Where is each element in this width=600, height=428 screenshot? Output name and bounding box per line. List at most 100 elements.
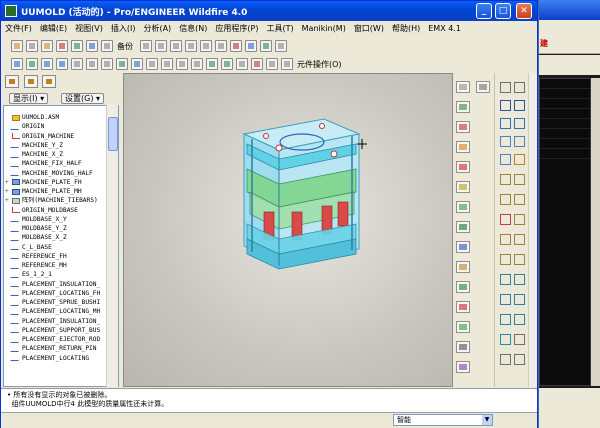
plate-icon[interactable] xyxy=(456,321,470,333)
tree-item[interactable]: REFERENCE_FH xyxy=(5,252,105,261)
model-tree-tab-icon[interactable] xyxy=(5,75,19,88)
tree-item[interactable]: + MACHINE_PLATE_FH xyxy=(5,178,105,187)
csys-icon[interactable] xyxy=(251,58,263,70)
tree-item[interactable]: MOLDBASE_X_Z xyxy=(5,233,105,242)
screw-icon[interactable] xyxy=(456,161,470,173)
regenerate-icon[interactable] xyxy=(230,40,242,52)
round-tool-icon[interactable] xyxy=(499,213,511,225)
cooling-icon[interactable] xyxy=(456,201,470,213)
tree-item[interactable]: MOLDBASE_Y_Z xyxy=(5,224,105,233)
tree-item[interactable]: C_L_BASE xyxy=(5,243,105,252)
datum-points-icon[interactable] xyxy=(236,58,248,70)
tree-item[interactable]: PLACEMENT_EJECTOR_ROD xyxy=(5,335,105,344)
menu-insert[interactable]: 插入(I) xyxy=(111,23,136,34)
close-button[interactable]: ✕ xyxy=(516,3,532,19)
zoom-out-icon[interactable] xyxy=(56,58,68,70)
offset-tool-icon[interactable] xyxy=(499,273,511,285)
tree-item[interactable]: ORIGIN_MACHINE xyxy=(5,132,105,141)
menu-manikin[interactable]: Manikin(M) xyxy=(302,24,346,33)
trim-tool-icon[interactable] xyxy=(513,253,525,265)
intersect-tool-icon[interactable] xyxy=(499,313,511,325)
menu-window[interactable]: 窗口(W) xyxy=(354,23,384,34)
menu-edit[interactable]: 编辑(E) xyxy=(40,23,67,34)
graphics-window[interactable] xyxy=(123,73,453,387)
tree-item[interactable]: PLACEMENT_RETURN_PIN xyxy=(5,344,105,353)
datum-plane-tool-icon[interactable] xyxy=(499,81,511,93)
project-tool-icon[interactable] xyxy=(513,313,525,325)
undo-icon[interactable] xyxy=(155,40,167,52)
menu-file[interactable]: 文件(F) xyxy=(5,23,32,34)
save-icon[interactable] xyxy=(86,40,98,52)
tree-item[interactable]: MACHINE_Y_Z xyxy=(5,141,105,150)
tree-item[interactable]: MACHINE_MOVING_HALF xyxy=(5,169,105,178)
select-icon[interactable] xyxy=(260,40,272,52)
tree-item[interactable]: UUMOLD.ASM xyxy=(5,113,105,122)
tree-item[interactable]: PLACEMENT_SPRUE_BUSHI xyxy=(5,298,105,307)
draft-tool-icon[interactable] xyxy=(513,193,525,205)
datum-axes-icon[interactable] xyxy=(221,58,233,70)
tree-item[interactable]: MACHINE_X_Z xyxy=(5,150,105,159)
bom-icon[interactable] xyxy=(456,341,470,353)
tree-item[interactable]: REFERENCE_MH xyxy=(5,261,105,270)
folder-browser-tab-icon[interactable] xyxy=(23,75,38,88)
insert-icon[interactable] xyxy=(456,121,470,133)
sprue-icon[interactable] xyxy=(456,261,470,273)
tree-item[interactable]: PLACEMENT_LOCATING_FH xyxy=(5,289,105,298)
spin-center-icon[interactable] xyxy=(26,58,38,70)
sketch-tool-icon[interactable] xyxy=(499,117,511,129)
tree-item[interactable]: + 阵列(MACHINE_TIEBARS) xyxy=(5,196,105,205)
tree-item[interactable]: PLACEMENT_INSULATION_ xyxy=(5,317,105,326)
annotation-icon[interactable] xyxy=(266,58,278,70)
tree-item[interactable]: PLACEMENT_LOCATING_MH xyxy=(5,307,105,316)
right-scrollbar[interactable] xyxy=(528,73,537,387)
mold-base-icon[interactable] xyxy=(456,101,470,113)
saved-views-icon[interactable] xyxy=(101,58,113,70)
menu-tools[interactable]: 工具(T) xyxy=(267,23,294,34)
menu-emx[interactable]: EMX 4.1 xyxy=(428,24,461,33)
close-window-icon[interactable] xyxy=(56,40,68,52)
zoom-in-icon[interactable] xyxy=(41,58,53,70)
support-icon[interactable] xyxy=(456,281,470,293)
chevron-down-icon[interactable]: ▼ xyxy=(482,415,492,425)
new-icon[interactable] xyxy=(11,40,23,52)
maximize-button[interactable]: □ xyxy=(495,3,511,19)
backup-label[interactable]: 备份 xyxy=(117,41,133,52)
tree-item[interactable]: PLACEMENT_LOCATING xyxy=(5,354,105,363)
menu-view[interactable]: 视图(V) xyxy=(75,23,103,34)
drawing-icon[interactable] xyxy=(456,361,470,373)
view-manager-icon[interactable] xyxy=(131,58,143,70)
spinal-tool-icon[interactable] xyxy=(499,353,511,365)
paste-icon[interactable] xyxy=(215,40,227,52)
tree-expander[interactable]: + xyxy=(5,187,12,196)
pattern-tool-icon[interactable] xyxy=(499,233,511,245)
chamfer-tool-icon[interactable] xyxy=(513,213,525,225)
no-hidden-icon[interactable] xyxy=(176,58,188,70)
minimize-button[interactable]: _ xyxy=(476,3,492,19)
tree-item[interactable]: ORIGIN xyxy=(5,122,105,131)
menu-help[interactable]: 帮助(H) xyxy=(392,23,420,34)
new-file-icon[interactable] xyxy=(26,40,38,52)
toroidal-tool-icon[interactable] xyxy=(513,333,525,345)
sweep-tool-icon[interactable] xyxy=(499,153,511,165)
tree-item[interactable]: ORIGIN_MOLDBASE xyxy=(5,206,105,215)
csys-tool-icon[interactable] xyxy=(513,99,525,111)
shading-icon[interactable] xyxy=(191,58,203,70)
tree-item[interactable]: MACHINE_FIX_HALF xyxy=(5,159,105,168)
tree-icon[interactable] xyxy=(71,40,83,52)
mirror-tool-icon[interactable] xyxy=(513,233,525,245)
tree-item[interactable]: PLACEMENT_INSULATION_ xyxy=(5,280,105,289)
layers-icon[interactable] xyxy=(116,58,128,70)
extend-tool-icon[interactable] xyxy=(513,293,525,305)
curve-tool-icon[interactable] xyxy=(513,117,525,129)
reorient-icon[interactable] xyxy=(86,58,98,70)
wrap-tool-icon[interactable] xyxy=(499,333,511,345)
email-icon[interactable] xyxy=(140,40,152,52)
tree-expander[interactable]: + xyxy=(5,178,12,187)
tree-scrollbar[interactable] xyxy=(106,105,118,387)
datum-planes-icon[interactable] xyxy=(206,58,218,70)
tree-expander[interactable]: + xyxy=(5,196,12,205)
merge-tool-icon[interactable] xyxy=(499,253,511,265)
scroll-thumb[interactable] xyxy=(108,117,118,151)
thicken-tool-icon[interactable] xyxy=(513,273,525,285)
secondary-toolbar-label[interactable]: 建 xyxy=(540,38,548,49)
